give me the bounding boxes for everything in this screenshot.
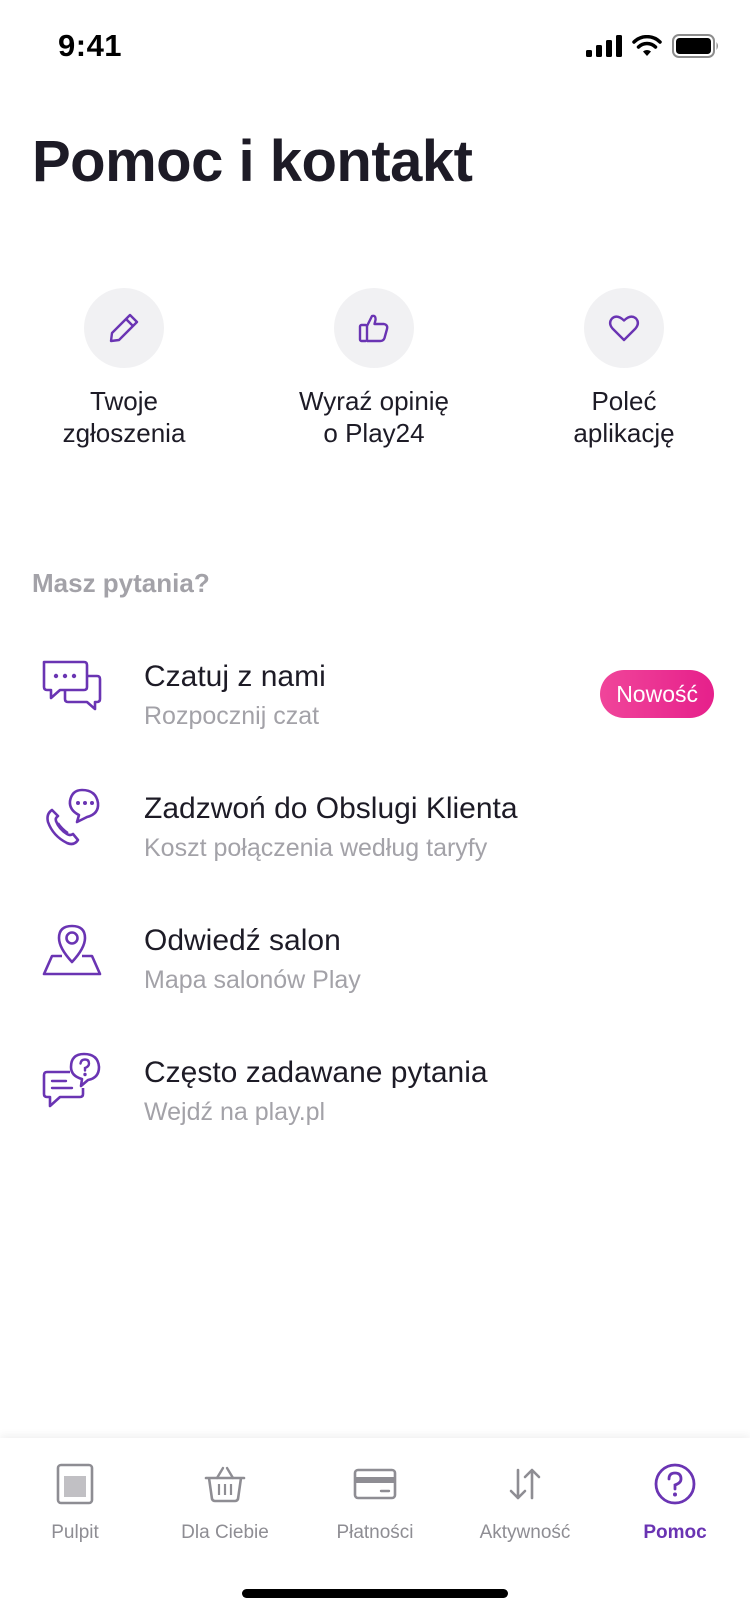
my-tickets-button[interactable]: Twoje zgłoszenia <box>4 288 244 449</box>
battery-icon <box>672 34 718 58</box>
arrows-updown-icon <box>501 1460 549 1508</box>
new-badge: Nowość <box>600 670 714 718</box>
tab-label: Płatności <box>336 1522 414 1543</box>
help-list: Czatuj z nami Rozpocznij czat Nowość Zad… <box>0 628 750 1156</box>
dashboard-icon <box>51 1460 99 1508</box>
help-item-title: Często zadawane pytania <box>144 1056 488 1089</box>
tab-pulpit[interactable]: Pulpit <box>0 1460 150 1544</box>
tab-label: Aktywność <box>479 1522 571 1543</box>
tab-pomoc[interactable]: Pomoc <box>600 1460 750 1544</box>
faq-bubbles-icon <box>42 1052 101 1108</box>
tab-aktywnosc[interactable]: Aktywność <box>450 1460 600 1544</box>
visit-store-item[interactable]: Odwiedź salon Mapa salonów Play <box>0 892 750 1024</box>
chat-with-us-item[interactable]: Czatuj z nami Rozpocznij czat Nowość <box>0 628 750 760</box>
give-feedback-button[interactable]: Wyraź opinię o Play24 <box>254 288 494 449</box>
cellular-signal-icon <box>586 35 622 57</box>
section-heading: Masz pytania? <box>32 568 210 598</box>
card-icon <box>351 1460 399 1508</box>
faq-item[interactable]: Często zadawane pytania Wejdź na play.pl <box>0 1024 750 1156</box>
quick-actions: Twoje zgłoszenia Wyraź opinię o Play24 P… <box>0 288 750 458</box>
tab-label: Pulpit <box>51 1522 99 1543</box>
qa-label: Poleć aplikację <box>573 386 675 448</box>
status-bar: 9:41 <box>0 0 750 92</box>
qa-icon-circle <box>584 288 664 368</box>
home-indicator <box>242 1589 508 1598</box>
thumbs-up-icon <box>358 314 389 343</box>
tab-label: Dla Ciebie <box>181 1522 269 1543</box>
basket-icon <box>201 1460 249 1508</box>
qa-label: Wyraź opinię o Play24 <box>298 386 450 448</box>
call-customer-service-item[interactable]: Zadzwoń do Obslugi Klienta Koszt połącze… <box>0 760 750 892</box>
tab-platnosci[interactable]: Płatności <box>300 1460 450 1544</box>
help-item-title: Zadzwoń do Obslugi Klienta <box>144 792 518 825</box>
help-item-subtitle: Rozpocznij czat <box>144 702 320 730</box>
qa-icon-circle <box>334 288 414 368</box>
pencil-icon <box>109 313 139 343</box>
tab-dla-ciebie[interactable]: Dla Ciebie <box>150 1460 300 1544</box>
map-pin-icon <box>42 924 102 976</box>
status-time: 9:41 <box>58 28 123 63</box>
help-item-subtitle: Mapa salonów Play <box>144 966 361 994</box>
phone-chat-icon <box>46 788 100 846</box>
recommend-app-button[interactable]: Poleć aplikację <box>504 288 744 449</box>
help-item-subtitle: Wejdź na play.pl <box>144 1098 326 1126</box>
wifi-icon <box>632 35 662 56</box>
help-item-title: Odwiedź salon <box>144 924 341 957</box>
status-icons <box>586 34 720 58</box>
page-title: Pomoc i kontakt <box>32 129 473 194</box>
qa-icon-circle <box>84 288 164 368</box>
question-circle-icon <box>651 1460 699 1508</box>
chat-bubbles-icon <box>42 660 102 711</box>
help-item-subtitle: Koszt połączenia według taryfy <box>144 834 488 862</box>
tab-label: Pomoc <box>643 1522 707 1543</box>
qa-label: Twoje zgłoszenia <box>62 386 186 448</box>
help-item-title: Czatuj z nami <box>144 660 326 693</box>
heart-icon <box>608 315 640 342</box>
